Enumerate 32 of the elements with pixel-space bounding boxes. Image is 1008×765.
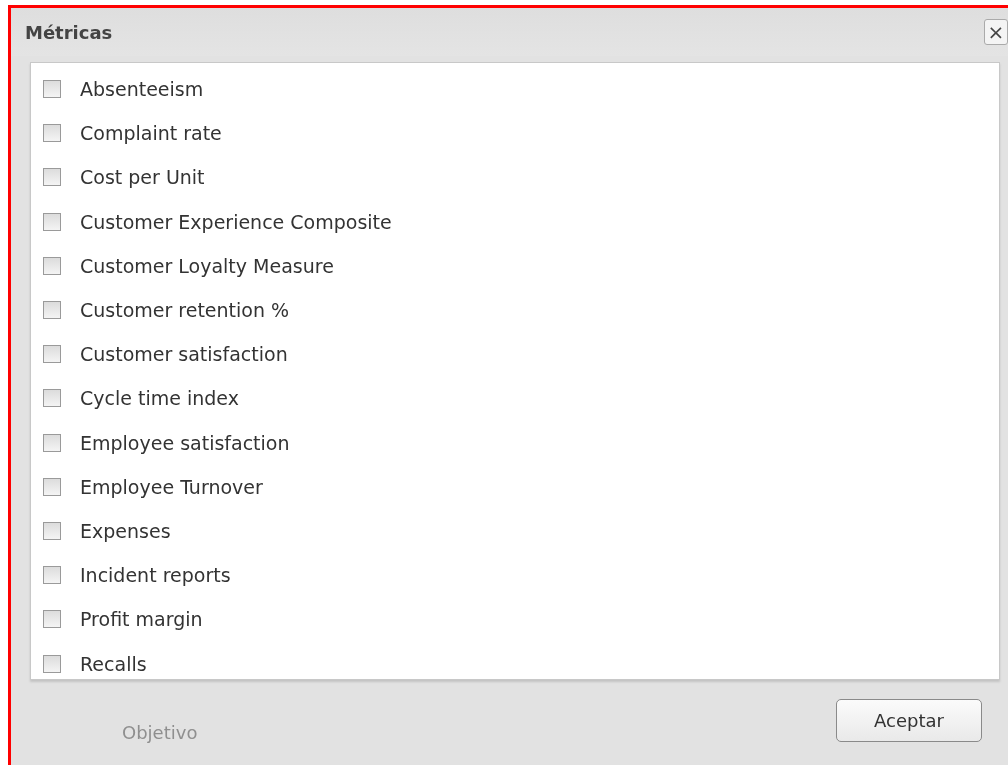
metric-label: Profit margin — [80, 608, 203, 631]
checkbox[interactable] — [43, 345, 61, 364]
checkbox[interactable] — [43, 566, 61, 585]
checkbox[interactable] — [43, 212, 61, 231]
metric-label: Customer Loyalty Measure — [80, 254, 334, 277]
metric-label: Cost per Unit — [80, 166, 205, 189]
metric-label: Customer Experience Composite — [80, 210, 392, 233]
checkbox[interactable] — [43, 256, 61, 275]
metric-label: Incident reports — [80, 564, 231, 587]
metric-label: Recalls — [80, 652, 147, 675]
checkbox[interactable] — [43, 389, 61, 408]
checkbox[interactable] — [43, 168, 61, 187]
checkbox[interactable] — [43, 433, 61, 452]
metric-label: Employee Turnover — [80, 475, 263, 498]
metric-label: Customer retention % — [80, 299, 290, 322]
checkbox[interactable] — [43, 521, 61, 540]
checkbox[interactable] — [43, 610, 61, 629]
checkbox[interactable] — [43, 477, 61, 496]
metric-label: Customer satisfaction — [80, 343, 288, 366]
dialog-title: Métricas — [25, 21, 113, 43]
metric-label: Employee satisfaction — [80, 431, 290, 454]
metric-label: Expenses — [80, 519, 171, 542]
metric-label: Cycle time index — [80, 387, 239, 410]
checkbox[interactable] — [43, 654, 61, 673]
background-label: Objetivo — [122, 721, 198, 743]
checkbox[interactable] — [43, 301, 61, 320]
checkbox[interactable] — [43, 80, 61, 99]
accept-button[interactable]: Aceptar — [836, 699, 982, 742]
checkbox[interactable] — [43, 124, 61, 143]
metric-label: Absenteeism — [80, 78, 204, 101]
close-button[interactable]: × — [984, 19, 1008, 45]
metric-label: Complaint rate — [80, 122, 222, 145]
